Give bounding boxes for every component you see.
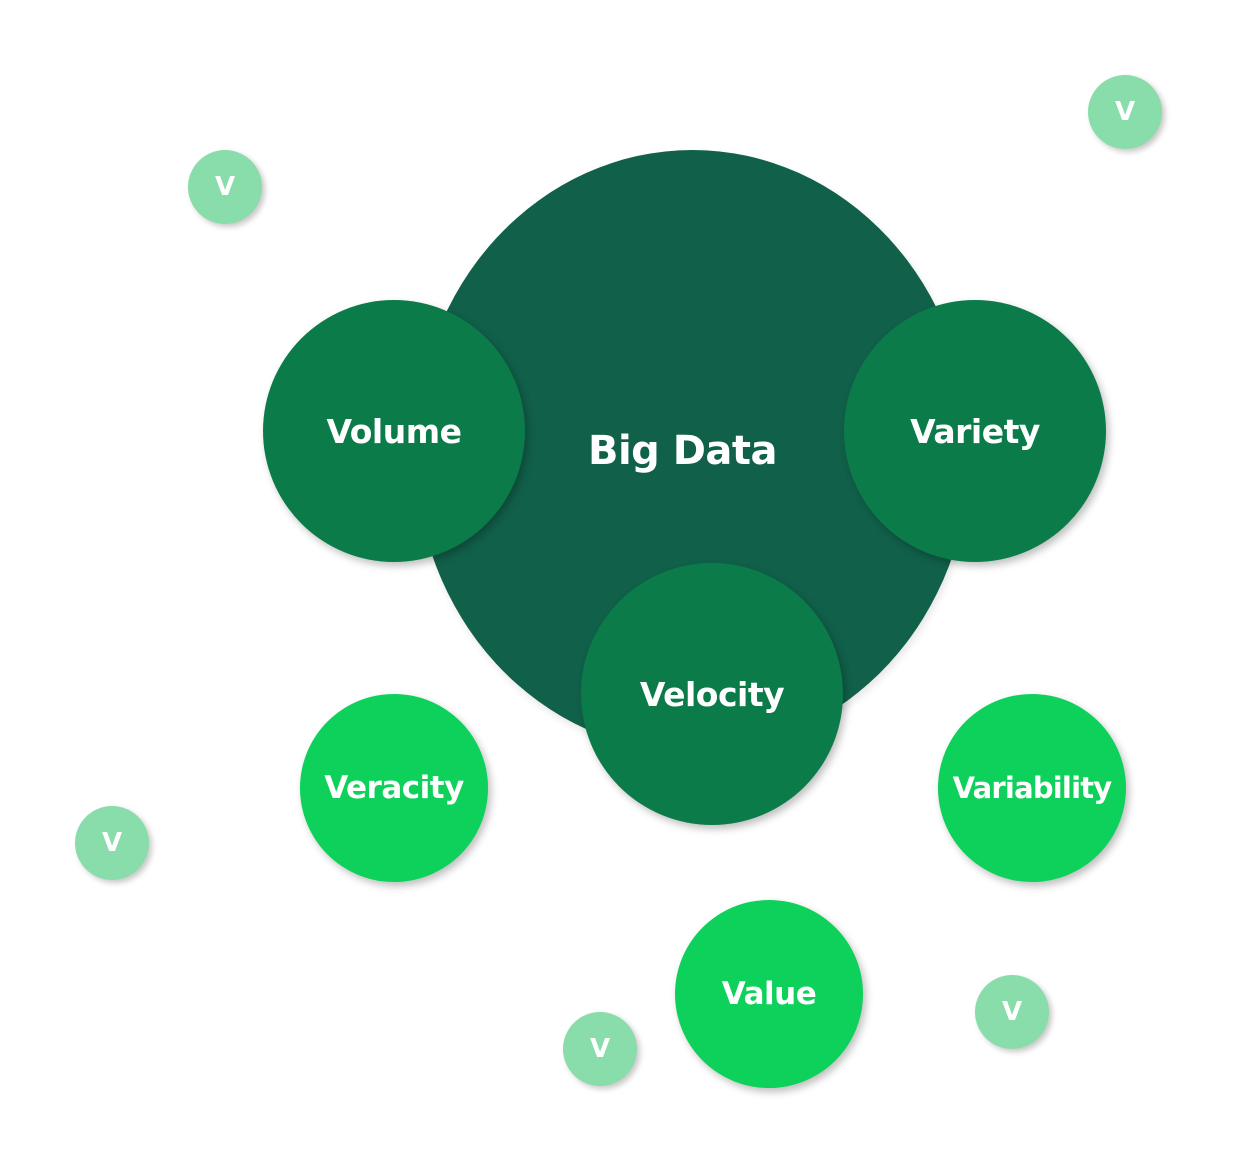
velocity-circle: Velocity xyxy=(581,563,843,825)
minor-v-circle: V xyxy=(1088,75,1162,149)
minor-v-label: V xyxy=(214,172,236,202)
minor-v-label: V xyxy=(1114,97,1136,127)
variability-circle: Variability xyxy=(938,694,1126,882)
minor-v-label: V xyxy=(589,1034,611,1064)
veracity-circle: Veracity xyxy=(300,694,488,882)
volume-circle: Volume xyxy=(263,300,525,562)
value-label: Value xyxy=(721,976,817,1012)
minor-v-circle: V xyxy=(75,806,149,880)
variety-circle: Variety xyxy=(844,300,1106,562)
variability-label: Variability xyxy=(952,771,1113,805)
minor-v-circle: V xyxy=(975,975,1049,1049)
velocity-label: Velocity xyxy=(639,674,785,714)
volume-label: Volume xyxy=(326,411,462,451)
minor-v-label: V xyxy=(101,828,123,858)
value-circle: Value xyxy=(675,900,863,1088)
minor-v-circle: V xyxy=(563,1012,637,1086)
minor-v-circle: V xyxy=(188,150,262,224)
minor-v-label: V xyxy=(1001,997,1023,1027)
big-data-label: Big Data xyxy=(587,428,778,474)
variety-label: Variety xyxy=(910,411,1040,451)
veracity-label: Veracity xyxy=(324,770,464,806)
